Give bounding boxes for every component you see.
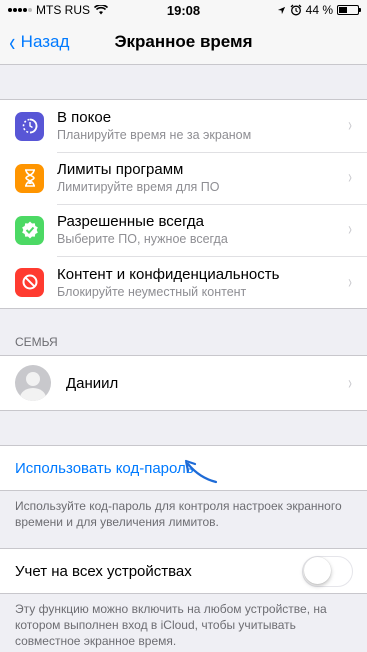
settings-item-text: В покое Планируйте время не за экраном bbox=[57, 109, 251, 142]
downtime-icon bbox=[15, 111, 44, 141]
restriction-icon bbox=[15, 267, 44, 297]
share-devices-toggle[interactable] bbox=[302, 555, 353, 587]
status-left: MTS RUS bbox=[8, 3, 108, 17]
settings-item-title: В покое bbox=[57, 109, 112, 126]
settings-item-app-limits[interactable]: Лимиты программ Лимитируйте время для ПО… bbox=[0, 152, 367, 205]
settings-item-subtitle: Планируйте время не за экраном bbox=[57, 128, 252, 142]
avatar bbox=[15, 365, 51, 401]
family-member-row[interactable]: Даниил › bbox=[0, 356, 367, 410]
status-right: 44 % bbox=[277, 3, 361, 17]
settings-item-body: Контент и конфиденциальность Блокируйте … bbox=[57, 256, 367, 308]
family-member-body: Даниил › bbox=[66, 356, 367, 410]
battery-percent: 44 % bbox=[305, 3, 333, 17]
wifi-icon bbox=[94, 5, 108, 15]
settings-item-downtime[interactable]: В покое Планируйте время не за экраном › bbox=[0, 100, 367, 153]
avatar-head bbox=[26, 372, 40, 386]
chevron-left-icon: ‹ bbox=[9, 27, 16, 57]
settings-item-always-allowed[interactable]: Разрешенные всегда Выберите ПО, нужное в… bbox=[0, 204, 367, 257]
settings-item-text: Лимиты программ Лимитируйте время для ПО bbox=[57, 161, 219, 194]
carrier-label: MTS RUS bbox=[36, 3, 90, 17]
family-member-name: Даниил bbox=[66, 374, 119, 392]
arrow-annotation-icon bbox=[184, 459, 218, 484]
alarm-icon bbox=[290, 4, 302, 16]
family-group: Даниил › bbox=[0, 355, 367, 411]
share-devices-body: Учет на всех устройствах bbox=[0, 549, 367, 593]
settings-item-text: Контент и конфиденциальность Блокируйте … bbox=[57, 266, 279, 299]
settings-item-body: Лимиты программ Лимитируйте время для ПО… bbox=[57, 152, 367, 205]
back-button-label: Назад bbox=[20, 32, 70, 51]
battery-icon bbox=[337, 5, 361, 15]
navigation-bar: ‹ Назад Экранное время bbox=[0, 20, 367, 65]
back-button[interactable]: ‹ Назад bbox=[0, 29, 69, 55]
location-icon bbox=[277, 6, 285, 14]
settings-item-text: Разрешенные всегда Выберите ПО, нужное в… bbox=[57, 213, 228, 246]
settings-item-subtitle: Лимитируйте время для ПО bbox=[57, 180, 220, 194]
settings-group: В покое Планируйте время не за экраном ›… bbox=[0, 99, 367, 309]
settings-item-content-privacy[interactable]: Контент и конфиденциальность Блокируйте … bbox=[0, 256, 367, 308]
settings-item-body: В покое Планируйте время не за экраном › bbox=[57, 100, 367, 153]
hourglass-icon bbox=[15, 163, 44, 193]
share-devices-group: Учет на всех устройствах bbox=[0, 548, 367, 594]
toggle-knob bbox=[303, 557, 331, 584]
family-section-header: СЕМЬЯ bbox=[15, 335, 58, 349]
chevron-right-icon: › bbox=[348, 219, 352, 239]
settings-item-subtitle: Выберите ПО, нужное всегда bbox=[57, 232, 228, 246]
signal-icon bbox=[8, 8, 32, 12]
share-devices-label: Учет на всех устройствах bbox=[15, 562, 192, 580]
settings-item-subtitle: Блокируйте неуместный контент bbox=[57, 284, 247, 299]
passcode-footer: Используйте код-пароль для контроля наст… bbox=[15, 499, 342, 529]
settings-item-body: Разрешенные всегда Выберите ПО, нужное в… bbox=[57, 204, 367, 257]
checkmark-badge-icon bbox=[15, 215, 44, 245]
share-devices-row: Учет на всех устройствах bbox=[0, 549, 367, 593]
settings-item-title: Лимиты программ bbox=[57, 161, 184, 178]
chevron-right-icon: › bbox=[348, 271, 352, 292]
chevron-right-icon: › bbox=[348, 167, 352, 187]
status-bar: MTS RUS 19:08 44 % bbox=[0, 0, 367, 20]
avatar-torso bbox=[20, 388, 46, 401]
share-devices-footer: Эту функцию можно включить на любом устр… bbox=[15, 602, 327, 648]
chevron-right-icon: › bbox=[348, 372, 352, 393]
chevron-right-icon: › bbox=[348, 115, 352, 135]
settings-item-title: Разрешенные всегда bbox=[57, 213, 205, 230]
settings-item-title: Контент и конфиденциальность bbox=[57, 265, 280, 283]
